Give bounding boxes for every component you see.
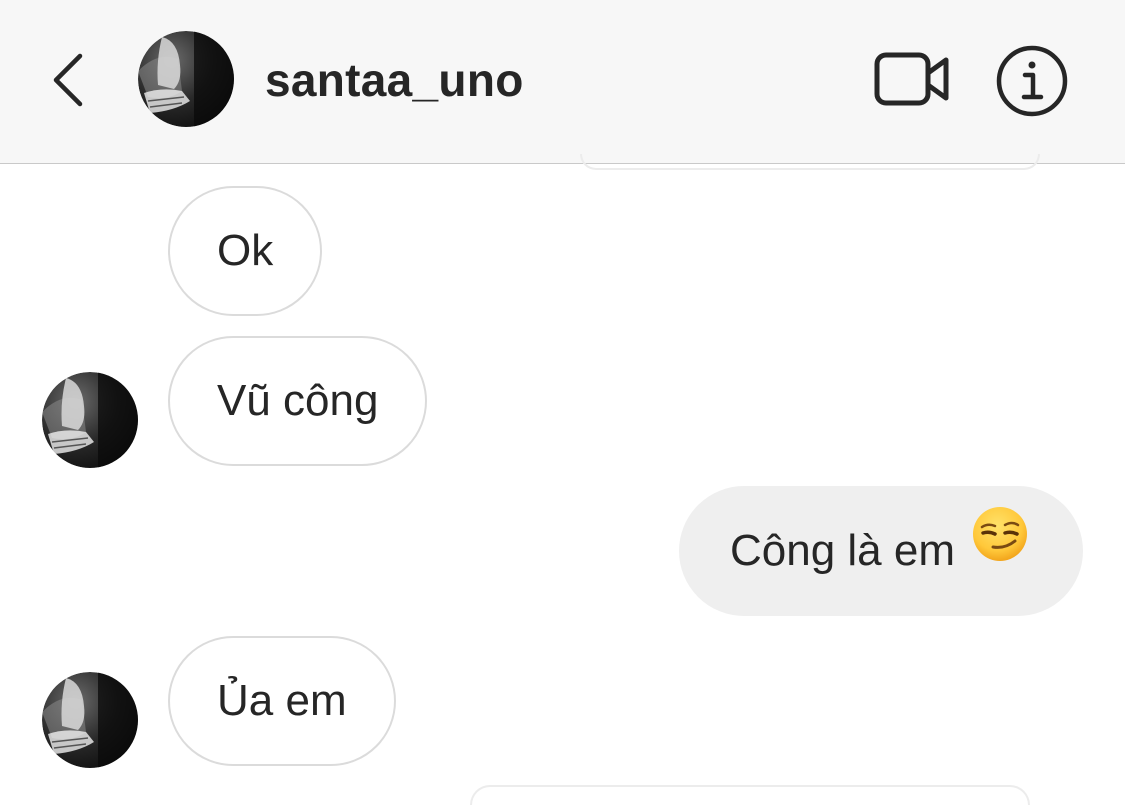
message-bubble-outgoing[interactable]: Công là em bbox=[678, 486, 1083, 616]
profile-avatar[interactable] bbox=[138, 31, 234, 127]
back-button[interactable] bbox=[40, 44, 100, 114]
smirking-face-emoji bbox=[971, 486, 1029, 612]
message-text: Ủa em bbox=[217, 676, 347, 725]
video-camera-icon bbox=[874, 52, 949, 106]
chevron-left-icon bbox=[53, 53, 83, 107]
info-icon bbox=[996, 45, 1068, 117]
previous-bubble-edge bbox=[580, 154, 1040, 170]
message-text: Công là em bbox=[729, 526, 955, 575]
message-text: Ok bbox=[217, 226, 274, 275]
info-button[interactable] bbox=[995, 44, 1069, 118]
message-bubble-incoming[interactable]: Ủa em bbox=[168, 636, 396, 766]
message-text: Vũ công bbox=[217, 376, 379, 425]
next-bubble-edge bbox=[470, 785, 1030, 805]
chat-username[interactable]: santaa_uno bbox=[265, 52, 524, 108]
message-bubble-incoming[interactable]: Ok bbox=[168, 186, 323, 316]
video-call-button[interactable] bbox=[872, 48, 952, 110]
sender-avatar[interactable] bbox=[42, 672, 138, 768]
chat-header: santaa_uno bbox=[0, 0, 1125, 164]
message-thread[interactable]: Ok Vũ công Công là em Ủa em bbox=[0, 154, 1125, 805]
sender-avatar[interactable] bbox=[42, 372, 138, 468]
message-bubble-incoming[interactable]: Vũ công bbox=[168, 336, 428, 466]
